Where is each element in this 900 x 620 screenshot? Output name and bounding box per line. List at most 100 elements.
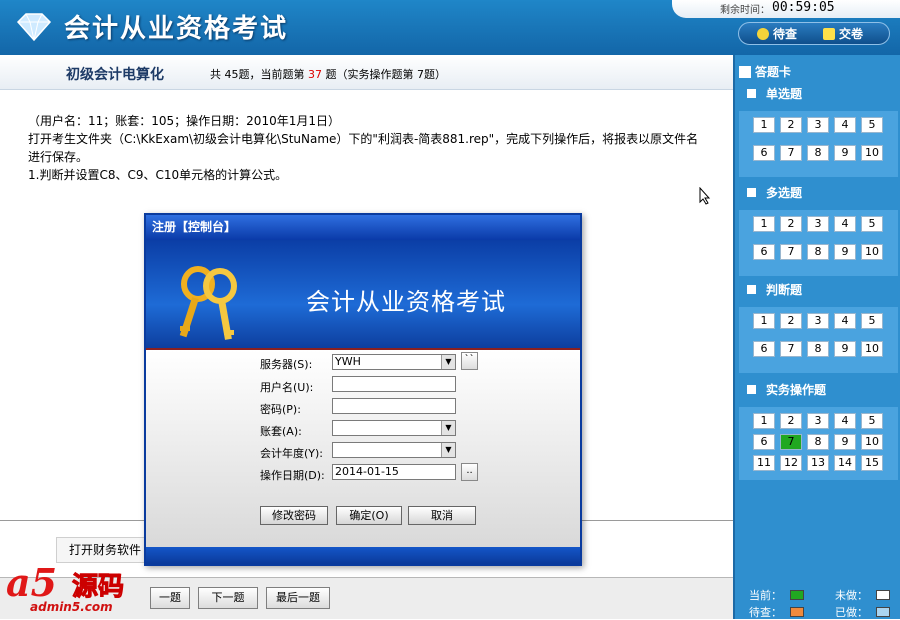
section-title-multiple[interactable]: 多选题 — [739, 182, 898, 204]
question-line-1: （用户名：11；账套：105；操作日期：2010年1月1日） — [28, 114, 340, 128]
date-input[interactable]: 2014-01-15 — [332, 464, 456, 480]
question-cell[interactable]: 6 — [753, 434, 775, 450]
legend-label: 已做： — [835, 606, 868, 619]
question-cell[interactable]: 10 — [861, 145, 883, 161]
question-cell[interactable]: 4 — [834, 117, 856, 133]
collapse-icon — [747, 385, 756, 394]
question-cell[interactable]: 3 — [807, 216, 829, 232]
login-dialog: 注册【控制台】 会计从业资格考试 服务器(S): YWH ▼ `` 用户名(U):… — [144, 213, 582, 566]
question-cell[interactable]: 2 — [780, 216, 802, 232]
chevron-down-icon: ▼ — [441, 443, 455, 457]
question-cell[interactable]: 7 — [780, 341, 802, 357]
last-question-button[interactable]: 最后一题 — [266, 587, 330, 609]
answer-card-icon — [739, 66, 751, 78]
question-cell-current[interactable]: 7 — [780, 434, 802, 450]
question-info-prefix: 共 45题，当前题第 — [210, 68, 305, 81]
question-line-2: 打开考生文件夹（C:\KkExam\初级会计电算化\StuName）下的"利润表… — [28, 132, 699, 146]
question-cell[interactable]: 6 — [753, 145, 775, 161]
question-header: 初级会计电算化 共 45题，当前题第 37 题（实务操作题第 7题） — [0, 55, 733, 90]
question-cell[interactable]: 1 — [753, 117, 775, 133]
question-cell[interactable]: 9 — [834, 341, 856, 357]
question-cell[interactable]: 11 — [753, 455, 775, 471]
change-password-button[interactable]: 修改密码 — [260, 506, 328, 525]
question-cell[interactable]: 5 — [861, 413, 883, 429]
question-cell[interactable]: 15 — [861, 455, 883, 471]
question-cell[interactable]: 4 — [834, 216, 856, 232]
question-cell[interactable]: 10 — [861, 341, 883, 357]
timer: 剩余时间： 00:59:05 — [672, 0, 900, 18]
prev-question-button[interactable]: 一题 — [150, 587, 190, 609]
pending-button[interactable]: 待查 — [757, 25, 797, 43]
timer-value: 00:59:05 — [772, 0, 835, 15]
server-select[interactable]: YWH ▼ — [332, 354, 456, 370]
question-cell[interactable]: 2 — [780, 313, 802, 329]
question-cell[interactable]: 5 — [861, 117, 883, 133]
question-body: （用户名：11；账套：105；操作日期：2010年1月1日） 打开考生文件夹（C… — [28, 112, 718, 184]
action-bar: 待查 交卷 — [738, 22, 890, 45]
collapse-icon — [747, 285, 756, 294]
question-cell[interactable]: 12 — [780, 455, 802, 471]
question-cell[interactable]: 3 — [807, 313, 829, 329]
cancel-button[interactable]: 取消 — [408, 506, 476, 525]
question-cell[interactable]: 3 — [807, 117, 829, 133]
banner-title: 会计从业资格考试 — [306, 288, 506, 316]
question-cell[interactable]: 1 — [753, 216, 775, 232]
question-cell[interactable]: 5 — [861, 313, 883, 329]
question-cell[interactable]: 14 — [834, 455, 856, 471]
chevron-down-icon: ▼ — [441, 355, 455, 369]
section-multiple-choice: 多选题 12345 6 7 8 9 10 — [739, 182, 898, 276]
login-form: 服务器(S): YWH ▼ `` 用户名(U): 密码(P): 账套(A): ▼ … — [146, 350, 580, 547]
question-cell[interactable]: 1 — [753, 413, 775, 429]
question-cell[interactable]: 10 — [861, 244, 883, 260]
account-label: 账套(A): — [260, 425, 302, 438]
server-value: YWH — [335, 355, 361, 368]
collapse-icon — [747, 188, 756, 197]
question-cell[interactable]: 9 — [834, 244, 856, 260]
chevron-down-icon: ▼ — [441, 421, 455, 435]
question-line-3: 进行保存。 — [28, 150, 89, 164]
keys-icon — [179, 266, 237, 340]
question-cell[interactable]: 9 — [834, 145, 856, 161]
watermark-url: admin5.com — [30, 600, 113, 614]
question-cell[interactable]: 7 — [780, 145, 802, 161]
section-title-single[interactable]: 单选题 — [739, 83, 898, 105]
server-browse-button[interactable]: `` — [461, 352, 478, 370]
current-question-number: 37 — [308, 68, 322, 81]
password-input[interactable] — [332, 398, 456, 414]
section-title-true-false[interactable]: 判断题 — [739, 279, 898, 301]
account-select[interactable]: ▼ — [332, 420, 456, 436]
question-cell[interactable]: 4 — [834, 313, 856, 329]
question-cell[interactable]: 5 — [861, 216, 883, 232]
question-cell[interactable]: 6 — [753, 244, 775, 260]
question-cell[interactable]: 10 — [861, 434, 883, 450]
question-cell[interactable]: 13 — [807, 455, 829, 471]
ok-button[interactable]: 确定(O) — [336, 506, 402, 525]
question-cell[interactable]: 4 — [834, 413, 856, 429]
watermark-logo: a5 源码 admin5.com — [0, 558, 156, 619]
question-cell[interactable]: 3 — [807, 413, 829, 429]
legend-swatch — [876, 607, 890, 617]
question-cell[interactable]: 8 — [807, 145, 829, 161]
question-cell[interactable]: 2 — [780, 117, 802, 133]
question-cell[interactable]: 8 — [807, 434, 829, 450]
answer-card-sidebar: 答题卡 单选题 12345 6 7 8 9 10 多选题 12345 6 7 8 9 10 判断… — [733, 55, 900, 619]
year-select[interactable]: ▼ — [332, 442, 456, 458]
next-question-button[interactable]: 下一题 — [198, 587, 258, 609]
section-label: 多选题 — [766, 186, 803, 200]
section-practical: 实务操作题 12345 6 7 8 9 10 11 12 13 14 15 — [739, 379, 898, 480]
diamond-logo-icon — [16, 13, 52, 42]
question-cell[interactable]: 9 — [834, 434, 856, 450]
question-cell[interactable]: 8 — [807, 244, 829, 260]
year-label: 会计年度(Y): — [260, 447, 324, 460]
date-picker-button[interactable]: .. — [461, 463, 478, 481]
question-cell[interactable]: 6 — [753, 341, 775, 357]
user-input[interactable] — [332, 376, 456, 392]
question-cell[interactable]: 8 — [807, 341, 829, 357]
section-title-practical[interactable]: 实务操作题 — [739, 379, 898, 401]
legend-current: 当前： — [749, 587, 804, 603]
question-cell[interactable]: 2 — [780, 413, 802, 429]
password-label: 密码(P): — [260, 403, 301, 416]
question-cell[interactable]: 7 — [780, 244, 802, 260]
question-cell[interactable]: 1 — [753, 313, 775, 329]
submit-button[interactable]: 交卷 — [823, 25, 863, 43]
